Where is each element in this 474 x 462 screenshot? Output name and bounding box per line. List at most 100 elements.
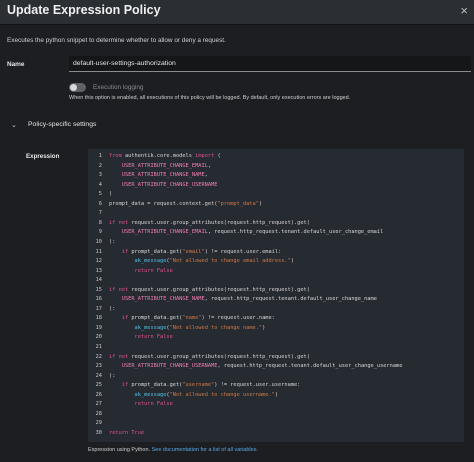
code-editor[interactable]: 1 from authentik.core.models import (2 US… bbox=[88, 149, 464, 442]
code-token: return False bbox=[109, 401, 173, 408]
line-number: 9 bbox=[98, 229, 102, 236]
code-token: ) bbox=[262, 324, 266, 331]
line-number: 5 bbox=[98, 191, 102, 198]
code-token: request.user.group_attributes(request.ht… bbox=[131, 286, 310, 293]
policy-settings-section-toggle[interactable]: Policy-specific settings bbox=[28, 121, 96, 128]
code-line: 20 return False bbox=[88, 333, 173, 342]
code-line: 26 ak_message("Not allowed to change use… bbox=[88, 391, 278, 400]
code-token: , request.http_request.tenant.default_us… bbox=[207, 229, 384, 236]
execution-logging-label: Execution logging bbox=[93, 84, 144, 91]
code-token: USER_ATTRIBUTE_CHANGE_USERNAME bbox=[109, 181, 218, 188]
code-token: import bbox=[195, 153, 218, 159]
code-token: prompt_data = request.context.get( bbox=[109, 200, 218, 207]
chevron-down-icon[interactable]: ⌄ bbox=[11, 121, 17, 129]
code-line: 23 USER_ATTRIBUTE_CHANGE_USERNAME, reque… bbox=[88, 362, 403, 371]
code-token: ) != request.user.email: bbox=[204, 248, 282, 255]
code-token: , bbox=[207, 162, 212, 169]
code-line: 18 if prompt_data.get("name") != request… bbox=[88, 314, 275, 323]
code-line: 15 if not request.user.group_attributes(r… bbox=[88, 286, 310, 295]
line-number: 21 bbox=[95, 344, 102, 350]
code-line: 9 USER_ATTRIBUTE_CHANGE_EMAIL, request.h… bbox=[88, 228, 383, 237]
line-number: 4 bbox=[98, 181, 102, 188]
line-number: 10 bbox=[95, 238, 102, 245]
code-line: 2 USER_ATTRIBUTE_CHANGE_EMAIL, bbox=[88, 162, 211, 171]
execution-logging-toggle[interactable] bbox=[69, 83, 86, 92]
code-token: if bbox=[109, 248, 132, 255]
code-token: , request.http_request.tenant.default_us… bbox=[217, 363, 403, 370]
close-icon[interactable]: × bbox=[460, 3, 468, 18]
code-line: 28 bbox=[88, 410, 109, 419]
code-token: ak_message bbox=[109, 324, 167, 331]
line-number: 1 bbox=[98, 153, 102, 159]
line-number: 13 bbox=[95, 267, 102, 274]
code-line: 24): bbox=[88, 372, 116, 381]
name-label: Name bbox=[7, 61, 25, 68]
code-token: "username" bbox=[182, 382, 215, 389]
name-input[interactable]: default-user-settings-authorization bbox=[69, 56, 471, 72]
line-number: 2 bbox=[98, 162, 102, 169]
line-number: 29 bbox=[95, 420, 102, 427]
code-token: USER_ATTRIBUTE_CHANGE_EMAIL bbox=[109, 229, 208, 236]
code-token: prompt_data.get( bbox=[131, 382, 183, 389]
dialog-title: Update Expression Policy bbox=[7, 3, 161, 17]
code-line: 25 if prompt_data.get("username") != req… bbox=[88, 381, 301, 390]
code-line: 6 prompt_data = request.context.get("prom… bbox=[88, 200, 262, 209]
code-line: 17): bbox=[88, 305, 116, 314]
code-line: 8 if not request.user.group_attributes(re… bbox=[88, 219, 310, 228]
code-token: if bbox=[109, 315, 132, 322]
line-number: 19 bbox=[95, 324, 102, 331]
toggle-knob bbox=[70, 84, 77, 91]
code-token: "name" bbox=[182, 315, 202, 322]
dialog-header: Update Expression Policy × bbox=[0, 0, 474, 25]
code-line: 10): bbox=[88, 238, 116, 247]
code-token: prompt_data.get( bbox=[131, 248, 183, 255]
code-token: "Not allowed to change email address." bbox=[169, 258, 291, 265]
code-token: , request.http_request.tenant.default_us… bbox=[204, 296, 377, 303]
code-token: request.user.group_attributes(request.ht… bbox=[131, 353, 310, 360]
line-number: 18 bbox=[95, 315, 102, 322]
code-token: "prompt_data" bbox=[217, 200, 259, 207]
code-line: 30 return True bbox=[88, 429, 144, 438]
code-token: request.user.group_attributes(request.ht… bbox=[131, 219, 310, 226]
code-token: ( bbox=[217, 153, 221, 159]
line-number: 6 bbox=[98, 200, 102, 207]
line-number: 30 bbox=[95, 429, 102, 436]
line-number: 16 bbox=[95, 296, 102, 303]
code-token: ): bbox=[109, 238, 116, 245]
code-line: 19 ak_message("Not allowed to change nam… bbox=[88, 324, 266, 333]
line-number: 24 bbox=[95, 372, 102, 379]
line-number: 27 bbox=[95, 401, 102, 408]
line-number: 28 bbox=[95, 410, 102, 417]
code-line: 1 from authentik.core.models import ( bbox=[88, 152, 221, 161]
code-line: 12 ak_message("Not allowed to change ema… bbox=[88, 257, 294, 266]
line-number: 12 bbox=[95, 258, 102, 265]
code-line: 29 bbox=[88, 419, 109, 428]
code-token: ) bbox=[274, 391, 279, 398]
code-token: USER_ATTRIBUTE_CHANGE_NAME bbox=[109, 296, 205, 303]
code-token: return False bbox=[109, 267, 173, 274]
code-token: prompt_data.get( bbox=[131, 315, 183, 322]
code-token: ): bbox=[109, 305, 116, 312]
code-token: if not bbox=[109, 353, 132, 360]
code-token: if not bbox=[109, 219, 132, 226]
code-token: ) bbox=[258, 200, 263, 207]
line-number: 26 bbox=[95, 391, 102, 398]
code-token: ak_message bbox=[109, 391, 167, 398]
code-token: "Not allowed to change username." bbox=[169, 391, 275, 398]
line-number: 15 bbox=[95, 286, 102, 293]
code-token: ) != request.user.username: bbox=[214, 382, 301, 389]
code-line: 27 return False bbox=[88, 400, 173, 409]
line-number: 25 bbox=[95, 382, 102, 389]
code-token: return False bbox=[109, 334, 173, 341]
line-number: 7 bbox=[98, 210, 102, 217]
expression-help: Expression using Python. See documentati… bbox=[88, 447, 258, 453]
line-number: 17 bbox=[95, 305, 102, 312]
expression-label: Expression bbox=[26, 153, 60, 160]
footer-text: Expression using Python. bbox=[88, 447, 152, 453]
code-line: 14 bbox=[88, 276, 109, 285]
documentation-link[interactable]: See documentation for a list of all vari… bbox=[152, 447, 258, 453]
code-token: USER_ATTRIBUTE_CHANGE_EMAIL bbox=[109, 162, 208, 169]
line-number: 8 bbox=[98, 219, 102, 226]
code-token: authentik.core.models bbox=[124, 153, 196, 159]
code-token: "email" bbox=[182, 248, 205, 255]
